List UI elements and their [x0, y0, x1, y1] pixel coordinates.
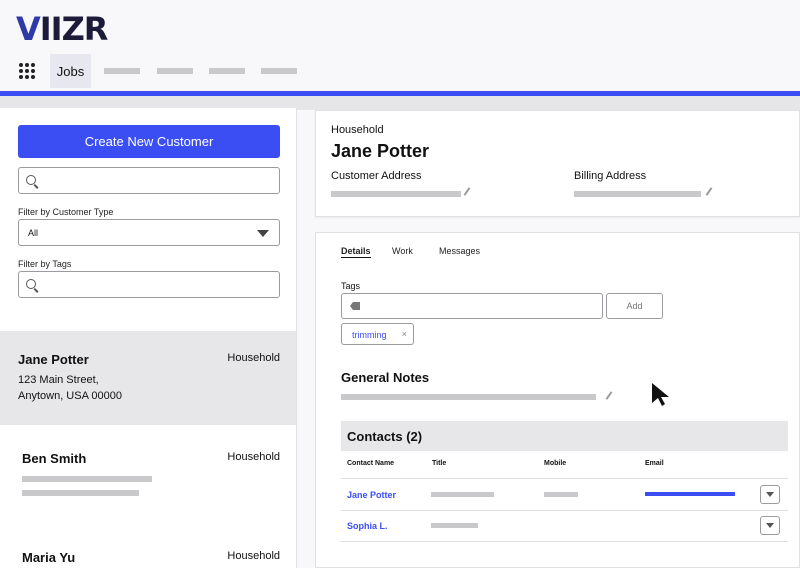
viizr-logo[interactable]: VIIZR: [16, 10, 108, 48]
customer-header-card: Household Jane Potter Customer Address B…: [315, 110, 800, 217]
caret-down-icon: [257, 230, 269, 237]
column-header-email: Email: [645, 460, 664, 467]
nav-tab-jobs[interactable]: Jobs: [50, 54, 91, 88]
contact-name-link[interactable]: Sophia L.: [347, 521, 388, 531]
customer-list-item[interactable]: Jane Potter Household 123 Main Street, A…: [0, 331, 296, 425]
row-menu-button[interactable]: [760, 516, 780, 535]
contacts-title: Contacts (2): [347, 429, 423, 444]
customer-list-item[interactable]: Maria Yu Household: [0, 529, 296, 568]
tag-input[interactable]: [341, 293, 603, 319]
billing-address-placeholder: [574, 191, 701, 197]
customer-address-placeholder: [331, 191, 461, 197]
tag-icon: [350, 302, 360, 310]
general-notes-title: General Notes: [341, 370, 430, 385]
customer-name: Jane Potter: [18, 352, 89, 367]
address-placeholder: [22, 476, 152, 482]
customer-type-label: Household: [331, 124, 384, 136]
tab-work[interactable]: Work: [392, 246, 413, 256]
customer-search-input[interactable]: [18, 167, 280, 194]
column-header-mobile: Mobile: [544, 460, 567, 467]
title-placeholder: [431, 523, 478, 528]
add-tag-button[interactable]: Add: [606, 293, 663, 319]
customer-list-item[interactable]: Ben Smith Household: [0, 430, 296, 524]
close-icon[interactable]: ×: [402, 329, 407, 339]
tab-messages[interactable]: Messages: [439, 246, 480, 256]
edit-billing-address-icon[interactable]: [705, 187, 713, 196]
nav-tab-placeholder[interactable]: [261, 68, 297, 74]
row-menu-button[interactable]: [760, 485, 780, 504]
general-notes-placeholder: [341, 394, 596, 400]
customer-type: Household: [227, 451, 280, 463]
filter-type-label: Filter by Customer Type: [18, 207, 114, 217]
address-placeholder: [22, 490, 139, 496]
column-header-title: Title: [432, 460, 447, 467]
customer-name: Maria Yu: [22, 550, 76, 565]
create-new-customer-button[interactable]: Create New Customer: [18, 125, 280, 158]
contacts-header: Contacts (2): [341, 421, 788, 451]
mobile-placeholder: [544, 492, 578, 497]
top-bar: VIIZR Jobs: [0, 0, 800, 90]
title-placeholder: [431, 492, 494, 497]
customer-type: Household: [227, 352, 280, 364]
email-placeholder[interactable]: [645, 492, 735, 496]
column-header-contact-name: Contact Name: [347, 460, 395, 467]
edit-notes-icon[interactable]: [605, 391, 613, 400]
table-divider: [341, 510, 788, 511]
mouse-cursor-icon: [652, 383, 669, 406]
filter-tags-label: Filter by Tags: [18, 259, 72, 269]
search-icon: [26, 175, 36, 185]
tags-filter-input[interactable]: [18, 271, 280, 298]
table-divider: [341, 541, 788, 542]
tag-chip[interactable]: trimming ×: [341, 323, 414, 345]
billing-address-label: Billing Address: [574, 170, 647, 182]
nav-tab-placeholder[interactable]: [209, 68, 245, 74]
customer-type-value: All: [28, 227, 39, 238]
customer-type: Household: [227, 550, 280, 562]
table-divider: [341, 478, 788, 479]
contact-name-link[interactable]: Jane Potter: [347, 490, 396, 500]
search-icon: [26, 279, 36, 289]
customer-sidebar: Create New Customer Filter by Customer T…: [0, 108, 297, 568]
customer-address: 123 Main Street, Anytown, USA 00000: [18, 372, 122, 404]
customer-address-label: Customer Address: [331, 170, 422, 182]
customer-address-line: 123 Main Street,: [18, 374, 99, 386]
app-grid-icon[interactable]: [19, 63, 35, 79]
tag-chip-label: trimming: [352, 330, 387, 340]
nav-tab-placeholder[interactable]: [104, 68, 140, 74]
customer-detail-card: Details Work Messages Tags Add trimming …: [315, 232, 800, 568]
customer-name: Ben Smith: [22, 451, 87, 466]
customer-type-select[interactable]: All: [18, 219, 280, 246]
tab-details[interactable]: Details: [341, 246, 371, 258]
customer-address-line: Anytown, USA 00000: [18, 390, 122, 402]
edit-customer-address-icon[interactable]: [463, 187, 471, 196]
tags-label: Tags: [341, 281, 361, 291]
customer-title: Jane Potter: [331, 141, 430, 161]
nav-tab-placeholder[interactable]: [157, 68, 193, 74]
